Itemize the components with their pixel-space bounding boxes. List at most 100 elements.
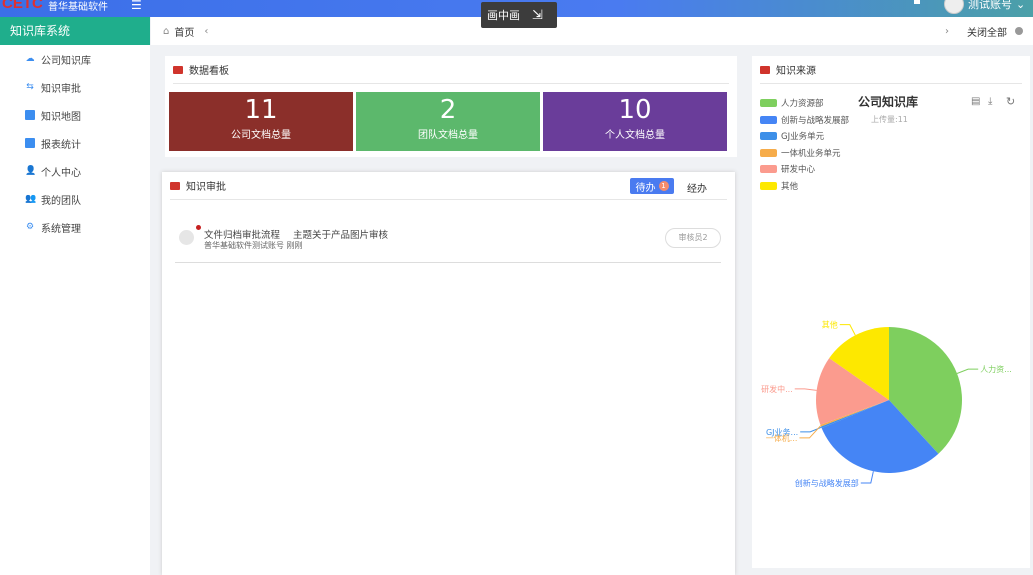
scroll-left-icon[interactable]: ‹ <box>204 26 208 37</box>
reviewer-button[interactable]: 审核员2 <box>665 228 721 248</box>
data-view-icon[interactable]: ▤ <box>971 96 980 107</box>
map-icon <box>25 110 35 120</box>
pie-label: 其他 <box>822 320 838 330</box>
pie-label: 人力资... <box>980 364 1012 374</box>
tab-done[interactable]: 经办 <box>687 180 707 195</box>
item-subject: 主题关于产品图片审核 <box>293 230 389 241</box>
tabs-bar: ⌂ 首页 ‹ › 关闭全部 <box>151 17 1033 45</box>
download-icon[interactable]: ⤓ <box>988 96 992 107</box>
pie-chart: 人力资...创新与战略发展部GJ业务...一体机...研发中...其他 <box>761 320 1012 488</box>
avatar <box>179 230 194 245</box>
refresh-icon[interactable]: ↻ <box>1006 95 1015 108</box>
pie-label-line <box>956 368 979 374</box>
sidebar-item-personal[interactable]: 👤 个人中心 <box>0 157 150 185</box>
sidebar-item-label: 系统管理 <box>41 223 81 235</box>
chevron-down-icon: ⌄ <box>1016 0 1026 11</box>
gear-icon: ⚙ <box>25 222 35 232</box>
sidebar-item-label: 报表统计 <box>41 139 81 151</box>
legend-swatch <box>760 181 777 190</box>
sidebar-item-label: 知识地图 <box>41 111 81 123</box>
stat-label: 团队文档总量 <box>418 130 478 141</box>
stat-value: 10 <box>618 95 652 125</box>
sliders-icon: ⇆ <box>26 82 34 92</box>
username: 测试账号 <box>968 0 1012 11</box>
legend-item[interactable]: 其他 <box>760 178 849 195</box>
legend-label: 其他 <box>781 181 799 192</box>
picture-in-picture-button[interactable]: 画中画 ⇲ <box>481 2 557 28</box>
legend-label: 研发中心 <box>781 165 816 176</box>
user-card-icon: 👤 <box>25 166 37 176</box>
legend-swatch <box>760 115 777 124</box>
legend-item[interactable]: 人力资源部 <box>760 95 849 112</box>
team-icon: 👥 <box>25 194 37 204</box>
home-icon: ⌂ <box>163 25 170 37</box>
sidebar: 知识库系统 ☁ 公司知识库 ⇆ 知识审批 知识地图 报表统计 👤 个人中心 👥 我的团队… <box>0 17 150 575</box>
legend-label: GJ业务单元 <box>781 132 825 143</box>
chart-subtitle: 上传量:11 <box>871 115 908 124</box>
sidebar-item-reports[interactable]: 报表统计 <box>0 129 150 157</box>
sidebar-item-label: 个人中心 <box>41 167 81 179</box>
stat-value: 2 <box>439 95 457 125</box>
cloud-user-icon: ☁ <box>25 54 35 64</box>
legend-swatch <box>760 99 777 108</box>
sidebar-item-map[interactable]: 知识地图 <box>0 101 150 129</box>
pie-label: 研发中... <box>761 384 793 394</box>
item-meta: 普华基础软件测试账号 刚刚 <box>204 241 303 250</box>
approval-item[interactable]: 文件归档审批流程 主题关于产品图片审核 普华基础软件测试账号 刚刚 审核员2 <box>175 222 721 263</box>
chart-legend: 人力资源部创新与战略发展部 GJ业务单元一体机业务单元 研发中心其他 <box>760 95 849 194</box>
logo-subtitle: 普华基础软件 <box>48 2 108 13</box>
card-icon <box>173 65 183 74</box>
stat-team-docs[interactable]: 2 团队文档总量 <box>356 92 540 151</box>
pip-label: 画中画 <box>487 9 520 22</box>
close-all-icon[interactable] <box>1015 27 1023 35</box>
card-title: 知识来源 <box>776 66 816 77</box>
logo: CETC <box>2 0 43 12</box>
stat-label: 公司文档总量 <box>231 130 291 141</box>
legend-item[interactable]: GJ业务单元 <box>760 128 849 145</box>
legend-label: 人力资源部 <box>781 99 824 110</box>
card-icon <box>760 65 770 74</box>
pie-label-line <box>860 471 874 484</box>
approval-card: 知识审批 文件归档审批流程 主题关于产品图片审核 普华基础软件测试账号 刚刚 审… <box>162 172 735 575</box>
stat-label: 个人文档总量 <box>605 130 665 141</box>
chart-title: 公司知识库 <box>858 95 919 109</box>
legend-item[interactable]: 研发中心 <box>760 161 849 178</box>
item-title: 文件归档审批流程 <box>204 230 281 241</box>
legend-item[interactable]: 创新与战略发展部 <box>760 112 849 129</box>
pip-exit-icon: ⇲ <box>532 7 543 23</box>
tab-todo-label: 待办 <box>635 182 656 194</box>
fullscreen-icon[interactable] <box>914 0 920 4</box>
stat-company-docs[interactable]: 11 公司文档总量 <box>169 92 353 151</box>
pie-label: 创新与战略发展部 <box>795 478 859 488</box>
system-title: 知识库系统 <box>0 17 150 45</box>
user-menu[interactable]: 测试账号 ⌄ <box>944 0 1025 14</box>
legend-item[interactable]: 一体机业务单元 <box>760 145 849 162</box>
card-title: 知识审批 <box>186 182 226 193</box>
pie-label: 一体机... <box>766 433 798 443</box>
tab-todo[interactable]: 待办 1 <box>630 178 674 194</box>
pie-label-line <box>839 324 856 336</box>
close-all-button[interactable]: 关闭全部 <box>967 24 1007 39</box>
tab-home[interactable]: 首页 <box>174 24 194 39</box>
card-icon <box>170 181 180 190</box>
chart-icon <box>25 138 35 148</box>
sidebar-item-approval[interactable]: ⇆ 知识审批 <box>0 73 150 101</box>
legend-label: 一体机业务单元 <box>781 148 841 159</box>
menu-toggle-icon[interactable]: ☰ <box>131 0 142 12</box>
legend-label: 创新与战略发展部 <box>781 115 850 126</box>
sidebar-item-label: 知识审批 <box>41 83 81 95</box>
sidebar-item-company-kb[interactable]: ☁ 公司知识库 <box>0 45 150 73</box>
sidebar-item-system[interactable]: ⚙ 系统管理 <box>0 213 150 241</box>
unread-dot <box>196 225 201 230</box>
stat-value: 11 <box>244 95 278 125</box>
todo-count-badge: 1 <box>658 181 669 191</box>
stat-personal-docs[interactable]: 10 个人文档总量 <box>543 92 727 151</box>
legend-swatch <box>760 165 777 174</box>
card-title: 数据看板 <box>189 66 229 77</box>
sidebar-item-label: 公司知识库 <box>41 55 91 67</box>
sidebar-item-label: 我的团队 <box>41 195 81 207</box>
avatar <box>944 0 964 14</box>
legend-swatch <box>760 148 777 157</box>
sidebar-item-team[interactable]: 👥 我的团队 <box>0 185 150 213</box>
scroll-right-icon[interactable]: › <box>945 26 949 37</box>
